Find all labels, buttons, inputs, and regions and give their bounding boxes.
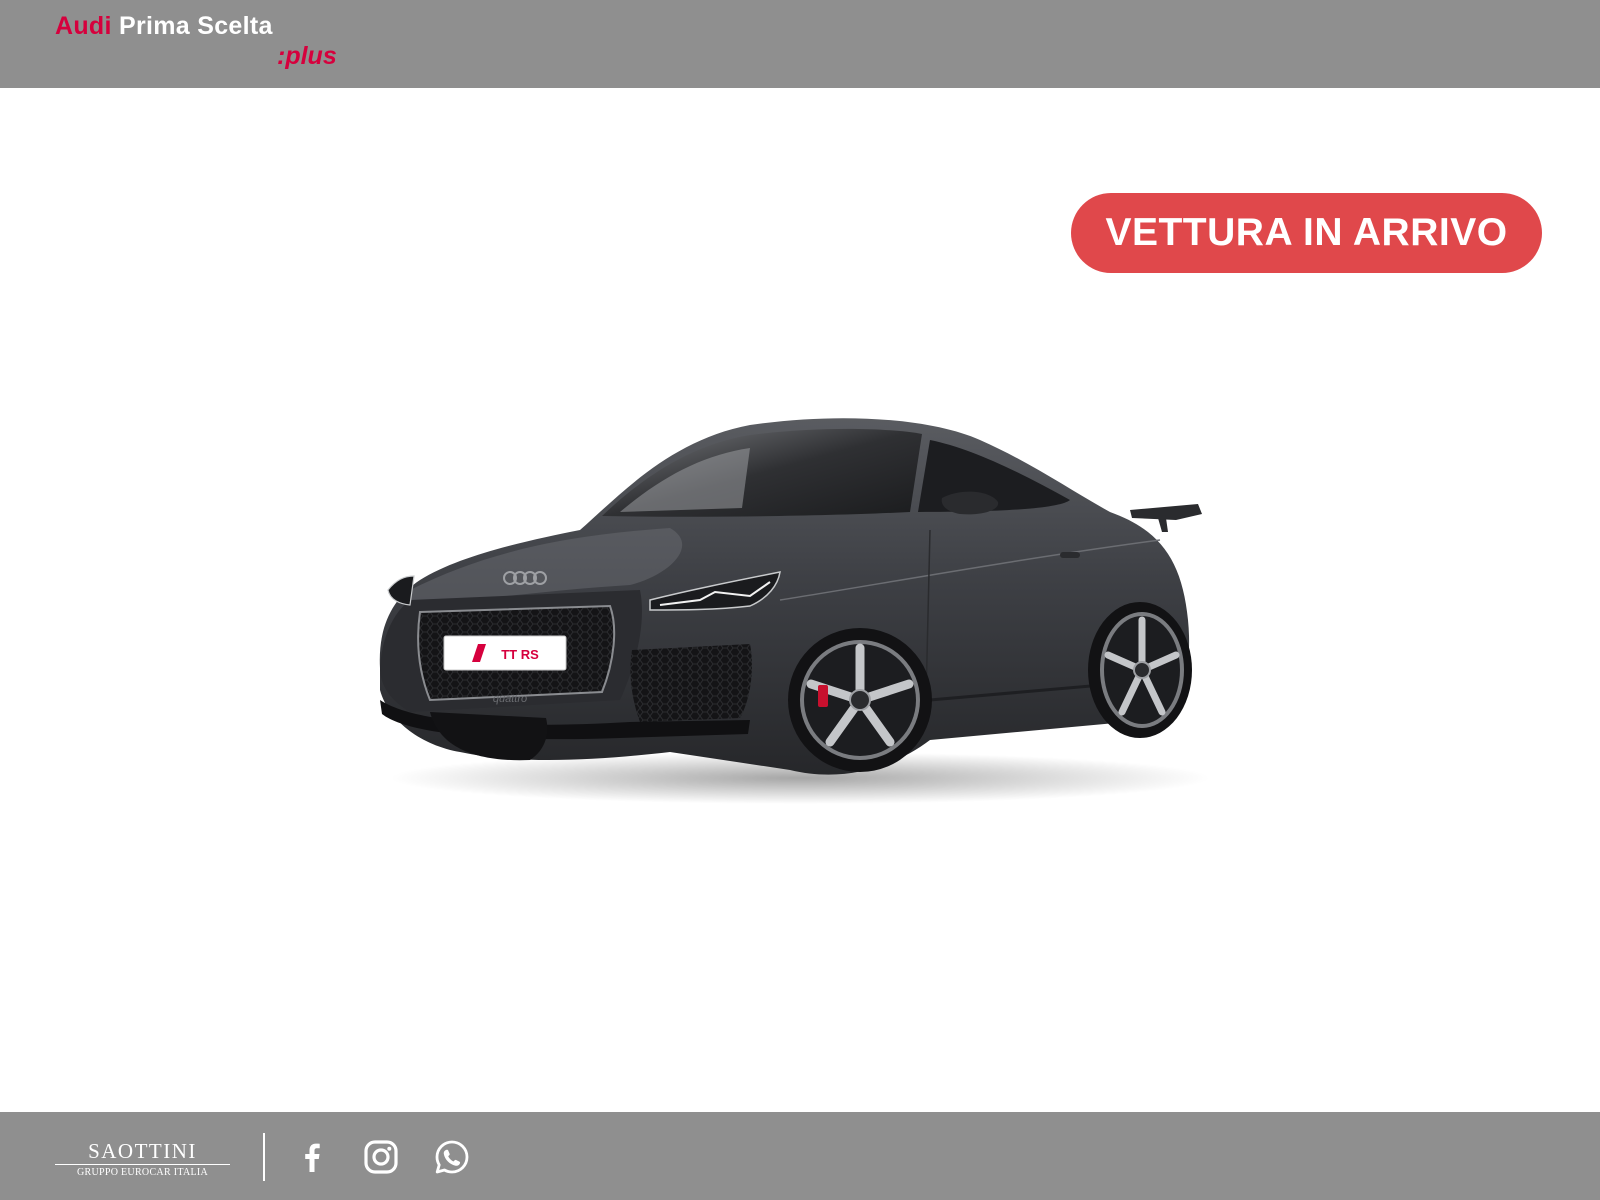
brand-title: Audi Prima Scelta bbox=[55, 12, 375, 40]
header-bar: Audi Prima Scelta :plus bbox=[0, 0, 1600, 88]
footer-divider bbox=[263, 1133, 265, 1181]
audi-prima-scelta-logo[interactable]: Audi Prima Scelta :plus bbox=[55, 12, 375, 76]
status-badge: VETTURA IN ARRIVO bbox=[1071, 193, 1542, 273]
page: Audi Prima Scelta :plus VETTURA IN ARRIV… bbox=[0, 0, 1600, 1200]
brand-plus: :plus bbox=[277, 42, 337, 70]
plate-text: TT RS bbox=[501, 647, 539, 662]
grille-script: quattro bbox=[493, 693, 527, 705]
brand-audi: Audi bbox=[55, 12, 112, 40]
dealer-logo[interactable]: SAOTTINI GRUPPO EUROCAR ITALIA bbox=[55, 1140, 230, 1180]
facebook-icon[interactable] bbox=[293, 1138, 331, 1176]
dealer-logo-rule bbox=[55, 1164, 230, 1165]
dealer-subtitle: GRUPPO EUROCAR ITALIA bbox=[76, 1167, 209, 1178]
car-image: TT RS quattro bbox=[379, 418, 1210, 804]
instagram-icon[interactable] bbox=[362, 1138, 400, 1176]
whatsapp-icon[interactable] bbox=[433, 1138, 471, 1176]
brand-prima-scelta: Prima Scelta bbox=[119, 12, 273, 40]
footer-bar: SAOTTINI GRUPPO EUROCAR ITALIA bbox=[0, 1112, 1600, 1200]
dealer-name: SAOTTINI bbox=[88, 1139, 197, 1163]
